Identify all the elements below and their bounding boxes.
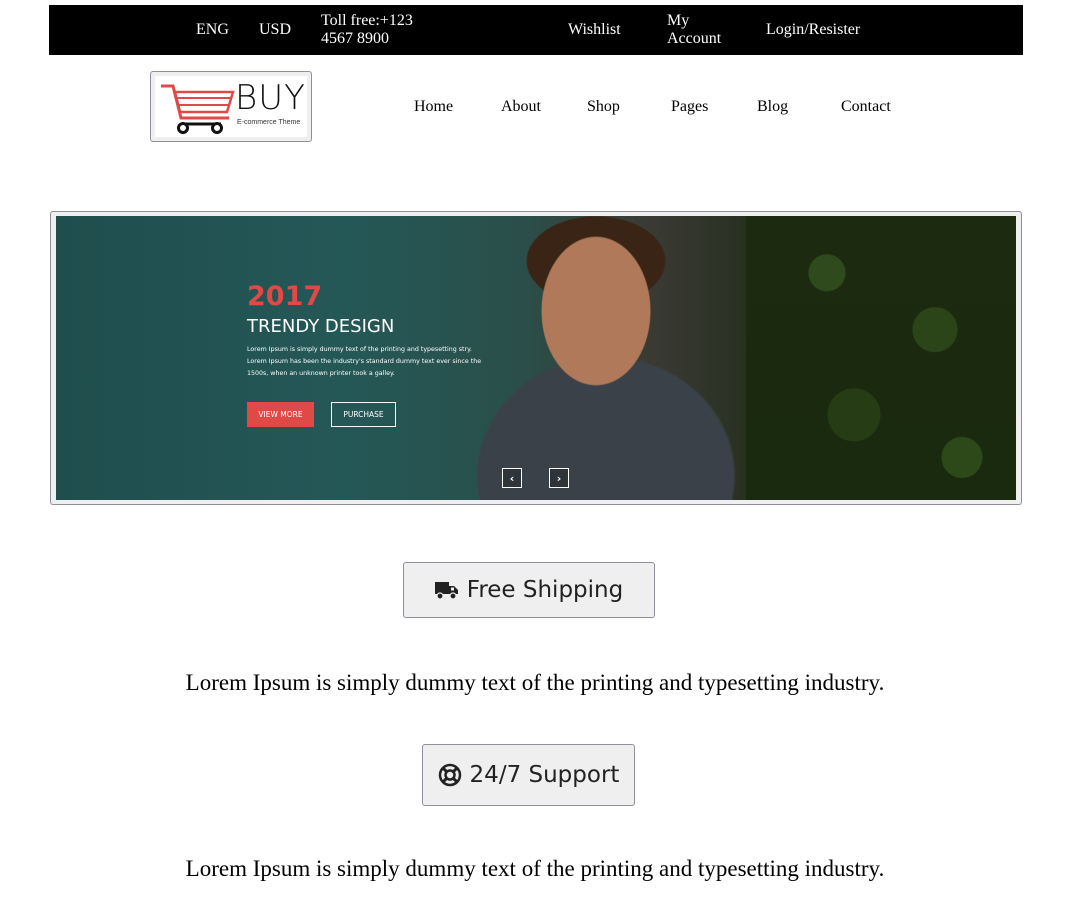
hero-year: 2017 [247,281,323,312]
free-shipping-text: Lorem Ipsum is simply dummy text of the … [185,670,885,695]
slider-prev-button[interactable]: ‹ [502,468,522,488]
logo-brand: BUY [235,78,306,118]
nav-pages[interactable]: Pages [671,98,708,116]
support-text: Lorem Ipsum is simply dummy text of the … [185,856,885,881]
model-photo [476,216,766,500]
hero-description: Lorem Ipsum is simply dummy text of the … [247,346,482,377]
chevron-right-icon: › [556,471,562,485]
nav-home[interactable]: Home [414,98,453,116]
hero-banner-button[interactable]: 2017 TRENDY DESIGN Lorem Ipsum is simply… [50,211,1022,505]
support-label: 24/7 Support [469,762,620,788]
view-more-button[interactable]: VIEW MORE [247,402,314,427]
support-button[interactable]: 24/7 Support [422,744,635,806]
free-shipping-button[interactable]: Free Shipping [403,562,655,618]
my-account-link[interactable]: My Account [667,12,737,48]
logo: BUY E-commerce Theme [155,76,307,137]
foliage-background [746,216,1016,500]
toll-free-number: Toll free:+123 4567 8900 [321,12,413,47]
life-ring-icon [438,763,461,787]
nav-shop[interactable]: Shop [587,98,620,116]
nav-about[interactable]: About [501,98,541,116]
hero-title: TRENDY DESIGN [247,316,395,337]
chevron-left-icon: ‹ [509,471,515,485]
truck-icon [434,582,458,600]
language-selector[interactable]: ENG [196,21,229,39]
slider-next-button[interactable]: › [549,468,569,488]
logo-tagline: E-commerce Theme [237,119,301,126]
login-register-link[interactable]: Login/Resister [766,21,860,39]
wishlist-link[interactable]: Wishlist [568,21,621,39]
logo-button[interactable]: BUY E-commerce Theme [150,71,312,142]
shopping-cart-icon [161,84,235,134]
nav-blog[interactable]: Blog [757,98,788,116]
nav-contact[interactable]: Contact [841,98,891,116]
hero-image: 2017 TRENDY DESIGN Lorem Ipsum is simply… [56,216,1016,500]
top-bar: ENG USD Toll free:+123 4567 8900 Wishlis… [49,5,1023,55]
currency-selector[interactable]: USD [259,21,291,39]
purchase-button[interactable]: PURCHASE [331,402,396,427]
free-shipping-label: Free Shipping [466,577,624,603]
